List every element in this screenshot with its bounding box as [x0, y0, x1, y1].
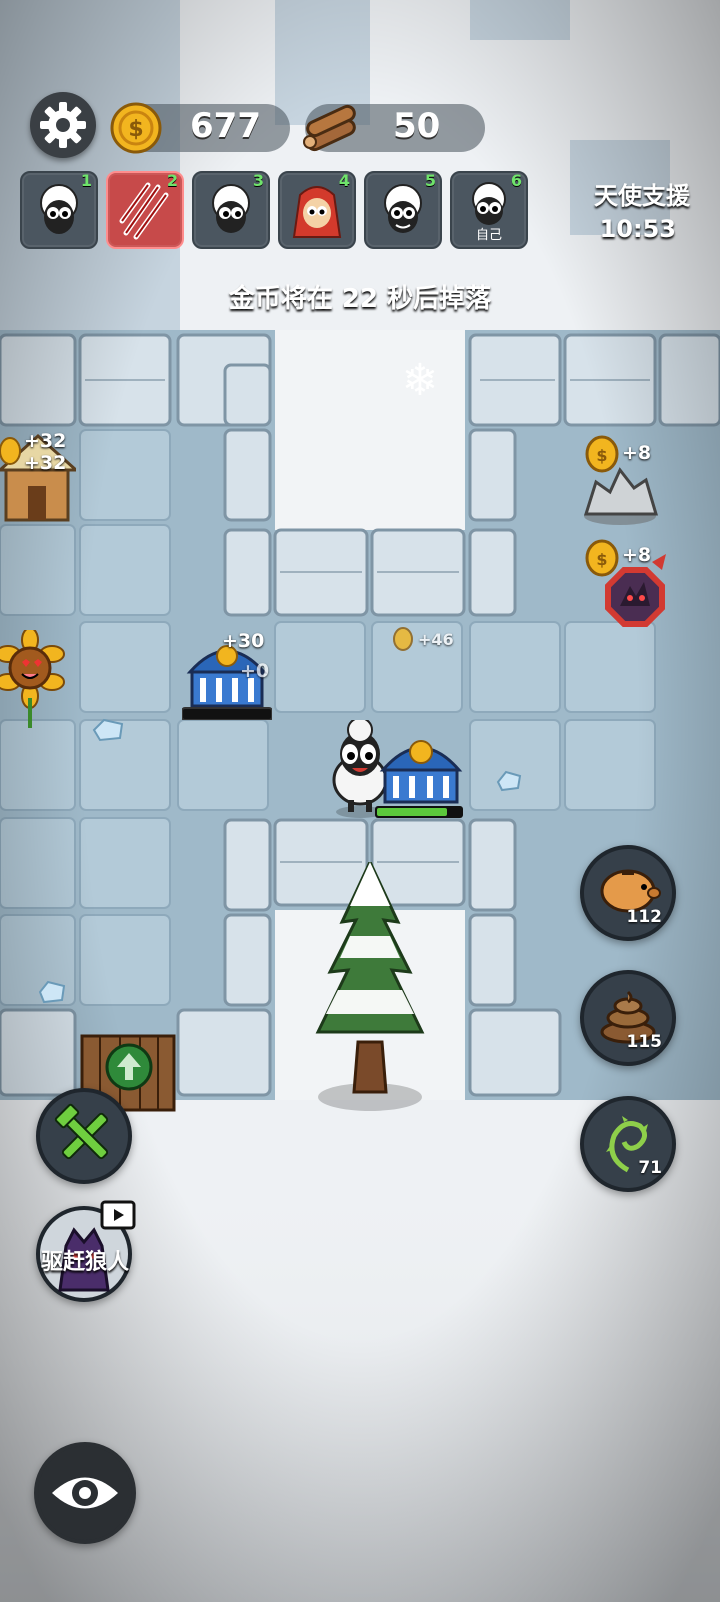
upgrade-arrow-icon[interactable]	[104, 1042, 154, 1092]
slot-number: 5	[424, 171, 436, 190]
bank-building[interactable]	[375, 728, 467, 818]
piggy-bank-count: 112	[626, 907, 663, 927]
poop-button[interactable]: 115	[580, 970, 676, 1066]
income-popup: +32	[24, 452, 67, 474]
slot-number: 2	[166, 171, 178, 190]
player-slot-1[interactable]: 1	[20, 171, 98, 249]
coin-icon: $	[585, 435, 619, 473]
build-button[interactable]	[36, 1088, 132, 1184]
poop-count: 115	[626, 1032, 663, 1052]
coin-drop-countdown: 金币将在 22 秒后掉落	[228, 284, 492, 314]
ice-chunk	[496, 770, 522, 792]
thorn-vine-count: 71	[638, 1158, 662, 1178]
wood-count: 50	[393, 106, 441, 146]
player-slot-4[interactable]: 4	[278, 171, 356, 249]
income-popup: +30	[222, 630, 265, 652]
slot-number: 1	[80, 171, 92, 190]
income-popup: +46	[418, 630, 454, 649]
ice-chunk	[38, 980, 66, 1004]
svg-text:$: $	[128, 117, 143, 142]
angel-support-title: 天使支援	[594, 182, 690, 210]
view-toggle-button[interactable]	[34, 1442, 136, 1544]
wood-logs-icon	[303, 104, 356, 152]
sunflower-building[interactable]	[0, 630, 70, 730]
video-ad-icon	[100, 1200, 136, 1230]
income-popup: +32	[24, 430, 67, 452]
ice-chunk	[92, 718, 124, 742]
gear-icon	[40, 102, 86, 148]
income-popup: +0	[240, 660, 270, 682]
piggy-bank-button[interactable]: 112	[580, 845, 676, 941]
slot-number: 6	[510, 171, 522, 190]
eye-icon	[52, 1477, 118, 1509]
slot-number: 4	[338, 171, 350, 190]
snowy-pine-tree	[315, 862, 425, 1111]
svg-text:$: $	[596, 446, 607, 465]
werewolf-warning-icon[interactable]	[594, 550, 674, 646]
wrench-hammer-icon	[54, 1103, 109, 1160]
income-popup: +8	[622, 442, 652, 464]
settings-button[interactable]	[30, 92, 96, 158]
player-slot-2[interactable]: 2	[106, 171, 184, 249]
coin-icon	[0, 437, 21, 465]
player-slot-6-self[interactable]: 6 自己	[450, 171, 528, 249]
coin-icon	[393, 627, 413, 651]
coin-icon: $	[110, 102, 162, 154]
drive-werewolf-label: 驱赶狼人	[40, 1250, 129, 1275]
player-slot-3[interactable]: 3	[192, 171, 270, 249]
slot-number: 3	[252, 171, 264, 190]
angel-support-timer: 10:53	[599, 215, 676, 243]
self-label: 自己	[475, 228, 502, 243]
coin-count: 677	[190, 106, 261, 146]
player-slot-5[interactable]: 5	[364, 171, 442, 249]
thorn-vine-button[interactable]: 71	[580, 1096, 676, 1192]
